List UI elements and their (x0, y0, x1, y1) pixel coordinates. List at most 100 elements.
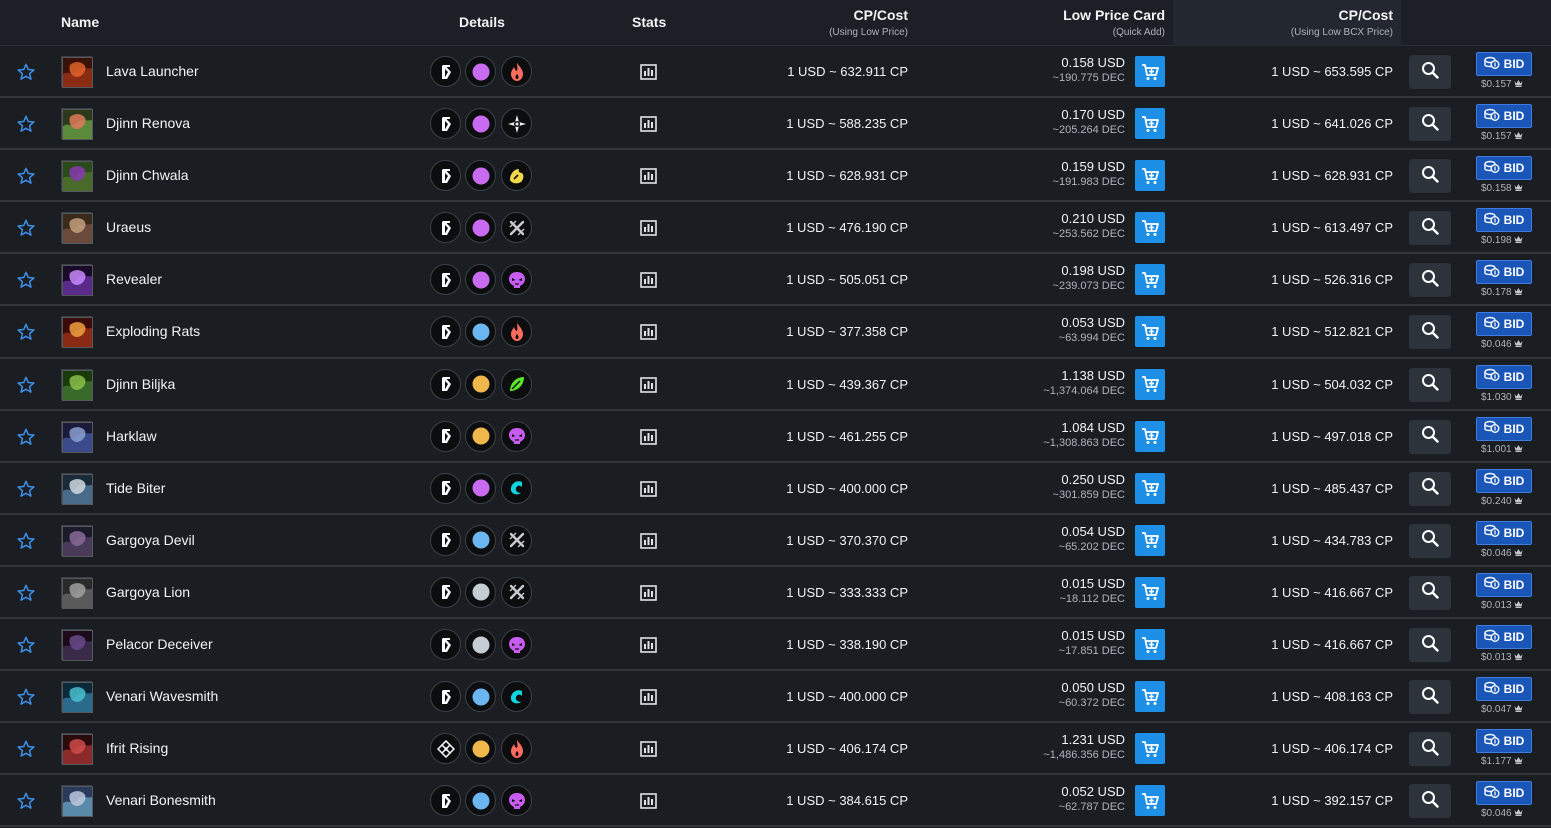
search-button[interactable] (1409, 471, 1451, 506)
stats-icon[interactable] (640, 480, 657, 497)
card-thumbnail[interactable] (61, 524, 93, 557)
header-cp-cost-bcx[interactable]: CP/Cost (1339, 7, 1393, 23)
bid-button[interactable]: BID (1476, 729, 1532, 754)
quick-add-cart-button[interactable] (1135, 160, 1165, 192)
quick-add-cart-button[interactable] (1135, 785, 1165, 817)
favorite-star-icon[interactable] (16, 322, 36, 342)
bid-button[interactable]: BID (1476, 52, 1532, 76)
bid-button[interactable]: BID (1476, 208, 1532, 233)
favorite-star-icon[interactable] (16, 531, 36, 551)
search-button[interactable] (1409, 367, 1451, 402)
card-name[interactable]: Revealer (106, 271, 162, 287)
search-button[interactable] (1409, 159, 1451, 194)
search-button[interactable] (1409, 628, 1451, 663)
favorite-star-icon[interactable] (16, 166, 36, 186)
quick-add-cart-button[interactable] (1135, 420, 1165, 452)
stats-icon[interactable] (640, 793, 657, 810)
card-thumbnail[interactable] (61, 629, 93, 662)
favorite-star-icon[interactable] (16, 375, 36, 395)
stats-icon[interactable] (640, 220, 657, 237)
card-name[interactable]: Venari Wavesmith (106, 688, 218, 704)
card-name[interactable]: Uraeus (106, 219, 151, 235)
quick-add-cart-button[interactable] (1135, 629, 1165, 661)
card-name[interactable]: Djinn Biljka (106, 376, 175, 392)
card-thumbnail[interactable] (61, 160, 93, 193)
stats-icon[interactable] (640, 533, 657, 549)
stats-icon[interactable] (640, 272, 657, 289)
card-thumbnail[interactable] (61, 785, 93, 818)
favorite-star-icon[interactable] (16, 427, 36, 447)
card-thumbnail[interactable] (61, 264, 93, 297)
favorite-star-icon[interactable] (16, 791, 36, 811)
search-button[interactable] (1409, 419, 1451, 454)
search-button[interactable] (1409, 680, 1451, 715)
favorite-star-icon[interactable] (16, 218, 36, 238)
card-name[interactable]: Gargoya Lion (106, 584, 190, 600)
card-thumbnail[interactable] (61, 733, 93, 766)
card-name[interactable]: Tide Biter (106, 480, 165, 496)
search-button[interactable] (1409, 784, 1451, 819)
quick-add-cart-button[interactable] (1135, 316, 1165, 348)
bid-button[interactable]: BID (1476, 572, 1532, 597)
favorite-star-icon[interactable] (16, 62, 36, 82)
card-thumbnail[interactable] (61, 368, 93, 401)
card-thumbnail[interactable] (61, 108, 93, 141)
card-name[interactable]: Exploding Rats (106, 323, 200, 339)
card-thumbnail[interactable] (61, 420, 93, 453)
quick-add-cart-button[interactable] (1135, 524, 1165, 556)
header-cp-cost[interactable]: CP/Cost (854, 7, 908, 23)
stats-icon[interactable] (640, 64, 657, 80)
favorite-star-icon[interactable] (16, 687, 36, 707)
favorite-star-icon[interactable] (16, 270, 36, 290)
bid-button[interactable]: BID (1476, 104, 1532, 129)
card-name[interactable]: Pelacor Deceiver (106, 636, 213, 652)
bid-button[interactable]: BID (1476, 781, 1532, 806)
search-button[interactable] (1409, 107, 1451, 142)
favorite-star-icon[interactable] (16, 635, 36, 655)
search-button[interactable] (1409, 732, 1451, 767)
card-thumbnail[interactable] (61, 576, 93, 609)
bid-button[interactable]: BID (1476, 156, 1532, 181)
bid-button[interactable]: BID (1476, 364, 1532, 389)
bid-button[interactable]: BID (1476, 677, 1532, 702)
favorite-star-icon[interactable] (16, 479, 36, 499)
quick-add-cart-button[interactable] (1135, 212, 1165, 244)
quick-add-cart-button[interactable] (1135, 368, 1165, 400)
bid-button[interactable]: BID (1476, 468, 1532, 493)
bid-button[interactable]: BID (1476, 416, 1532, 441)
quick-add-cart-button[interactable] (1135, 733, 1165, 765)
stats-icon[interactable] (640, 585, 657, 601)
quick-add-cart-button[interactable] (1135, 472, 1165, 504)
stats-icon[interactable] (640, 741, 657, 758)
quick-add-cart-button[interactable] (1135, 264, 1165, 296)
stats-icon[interactable] (640, 324, 657, 341)
quick-add-cart-button[interactable] (1135, 56, 1165, 87)
bid-button[interactable]: BID (1476, 312, 1532, 337)
stats-icon[interactable] (640, 689, 657, 705)
favorite-star-icon[interactable] (16, 583, 36, 603)
stats-icon[interactable] (640, 637, 657, 653)
card-name[interactable]: Venari Bonesmith (106, 792, 216, 808)
card-name[interactable]: Harklaw (106, 428, 157, 444)
search-button[interactable] (1409, 315, 1451, 350)
bid-button[interactable]: BID (1476, 260, 1532, 285)
header-name[interactable]: Name (61, 14, 99, 30)
card-thumbnail[interactable] (61, 681, 93, 714)
stats-icon[interactable] (640, 168, 657, 184)
bid-button[interactable]: BID (1476, 520, 1532, 545)
favorite-star-icon[interactable] (16, 114, 36, 134)
header-low-price[interactable]: Low Price Card (1063, 7, 1165, 23)
card-thumbnail[interactable] (61, 56, 93, 88)
quick-add-cart-button[interactable] (1135, 576, 1165, 608)
search-button[interactable] (1409, 263, 1451, 298)
search-button[interactable] (1409, 575, 1451, 610)
card-name[interactable]: Djinn Renova (106, 115, 190, 131)
card-thumbnail[interactable] (61, 316, 93, 349)
stats-icon[interactable] (640, 376, 657, 393)
search-button[interactable] (1409, 55, 1451, 89)
search-button[interactable] (1409, 211, 1451, 246)
card-name[interactable]: Gargoya Devil (106, 532, 195, 548)
bid-button[interactable]: BID (1476, 625, 1532, 650)
card-name[interactable]: Lava Launcher (106, 63, 199, 79)
quick-add-cart-button[interactable] (1135, 108, 1165, 140)
